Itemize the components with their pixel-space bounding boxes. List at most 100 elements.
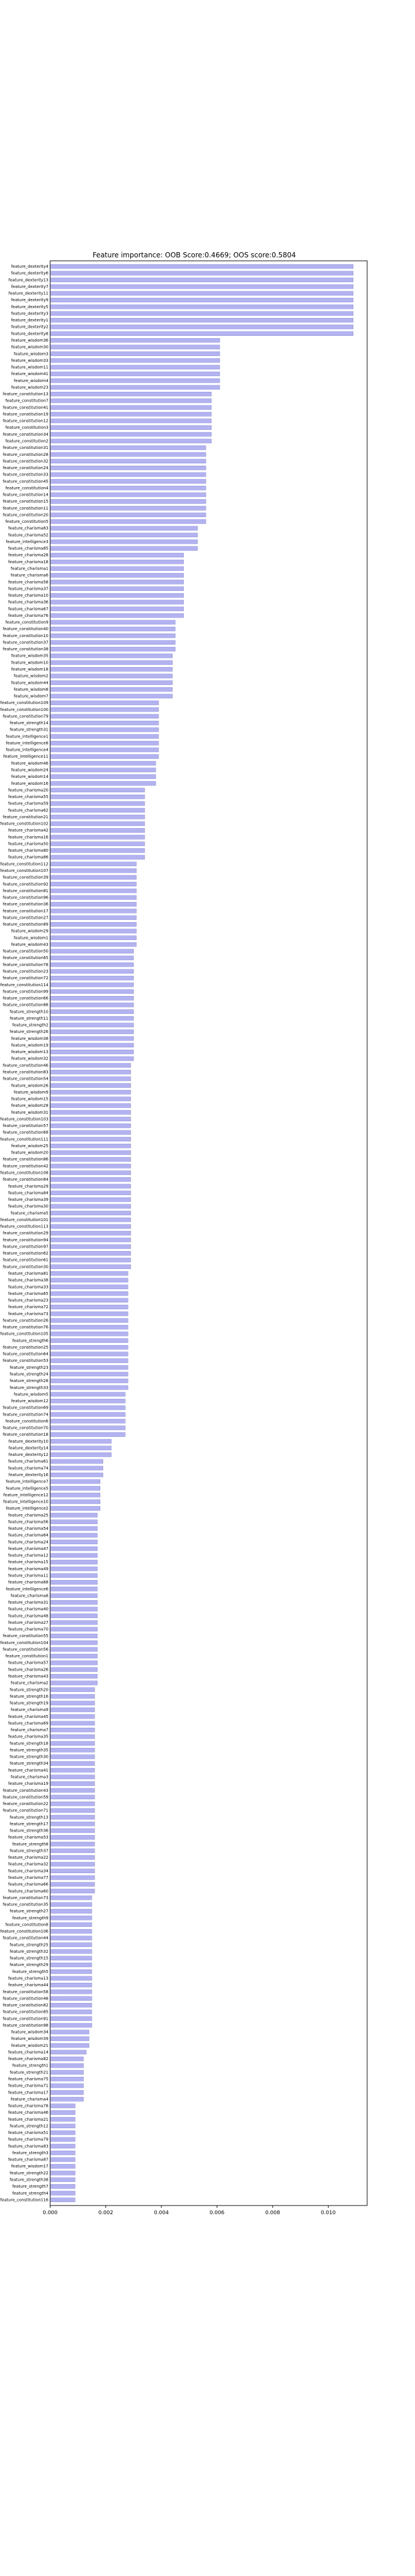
bar-feature_charisma14 xyxy=(50,2050,86,2055)
category-label: feature_constitution81 xyxy=(3,889,48,893)
category-label: feature_charisma70 xyxy=(8,1627,48,1632)
bar-feature_dexterity5 xyxy=(50,304,354,309)
bar-feature_constitution6 xyxy=(50,1418,126,1424)
bar-feature_charisma54 xyxy=(50,1526,98,1531)
category-label: feature_charisma24 xyxy=(8,1540,48,1544)
bar-feature_constitution26 xyxy=(50,1318,129,1323)
category-label: feature_constitution65 xyxy=(3,956,48,960)
category-label: feature_constitution96 xyxy=(3,896,49,900)
category-label: feature_charisma19 xyxy=(8,1781,48,1786)
bar-feature_wisdom31 xyxy=(50,1110,131,1115)
bar-feature_intelligence11 xyxy=(50,754,159,759)
bar-feature_wisdom15 xyxy=(50,1096,131,1102)
category-label: feature_wisdom24 xyxy=(11,768,48,773)
category-label: feature_wisdom34 xyxy=(11,2030,48,2035)
category-label: feature_constitution10 xyxy=(3,634,48,638)
category-label: feature_constitution18 xyxy=(3,1432,48,1437)
bar-feature_constitution70 xyxy=(50,1425,126,1431)
category-label: feature_charisma15 xyxy=(8,1560,48,1564)
category-label: feature_charisma30 xyxy=(8,1204,48,1209)
bar-feature_strength10 xyxy=(50,1009,134,1014)
category-label: feature_charisma36 xyxy=(8,600,48,605)
bar-feature_charisma32 xyxy=(50,1862,95,1867)
bar-feature_charisma63 xyxy=(50,526,198,531)
bar-feature_dexterity12 xyxy=(50,1452,112,1457)
bar-feature_charisma51 xyxy=(50,2131,76,2135)
category-label: feature_charisma85 xyxy=(8,546,48,551)
category-label: feature_constitution46 xyxy=(3,1063,49,1068)
bar-feature_constitution7 xyxy=(50,398,212,403)
bar-feature_constitution109 xyxy=(50,701,159,705)
category-label: feature_strength10 xyxy=(10,1009,48,1014)
category-label: feature_constitution85 xyxy=(3,2010,48,2015)
bar-feature_strength38 xyxy=(50,2177,76,2182)
category-label: feature_constitution3 xyxy=(5,425,48,430)
bar-feature_charisma39 xyxy=(50,1197,131,1202)
bar-feature_constitution13 xyxy=(50,392,212,396)
bar-feature_strength23 xyxy=(50,1365,129,1370)
bar-feature_constitution50 xyxy=(50,949,134,954)
bar-feature_dexterity2 xyxy=(50,324,354,330)
category-label: feature_constitution5 xyxy=(5,519,48,524)
category-label: feature_constitution4 xyxy=(5,486,48,491)
category-label: feature_strength22 xyxy=(10,2171,48,2176)
x-tick-label: 0.000 xyxy=(43,2210,58,2216)
bar-feature_strength6 xyxy=(50,1338,129,1343)
category-label: feature_charisma45 xyxy=(8,1714,48,1719)
bar-feature_charisma50 xyxy=(50,841,145,847)
category-label: feature_intelligence12 xyxy=(3,1493,48,1497)
bar-feature_charisma38 xyxy=(50,1278,129,1283)
bar-feature_strength2 xyxy=(50,1023,134,1028)
bar-feature_charisma59 xyxy=(50,801,145,806)
category-label: feature_intelligence6 xyxy=(6,1587,48,1592)
bar-feature_charisma2 xyxy=(50,1680,98,1686)
category-label: feature_wisdom38 xyxy=(11,1036,48,1041)
bar-feature_charisma74 xyxy=(50,1466,103,1470)
bar-feature_charisma87 xyxy=(50,2157,76,2162)
category-label: feature_charisma52 xyxy=(8,533,48,537)
category-label: feature_charisma80 xyxy=(8,848,48,853)
category-label: feature_wisdom1 xyxy=(14,935,48,940)
category-label: feature_charisma53 xyxy=(8,1835,48,1840)
bar-feature_charisma76 xyxy=(50,613,184,618)
bar-feature_strength19 xyxy=(50,1701,95,1706)
bar-feature_charisma37 xyxy=(50,586,184,591)
category-label: feature_constitution22 xyxy=(3,1802,48,1806)
bar-feature_strength15 xyxy=(50,1956,92,1961)
category-label: feature_constitution100 xyxy=(0,707,48,712)
bar-feature_constitution114 xyxy=(50,982,134,987)
bar-feature_wisdom17 xyxy=(50,2164,76,2169)
category-label: feature_charisma40 xyxy=(8,1607,48,1612)
bar-feature_constitution19 xyxy=(50,411,212,417)
category-label: feature_constitution116 xyxy=(0,2197,48,2202)
bar-feature_charisma44 xyxy=(50,1983,92,1987)
bar-feature_strength7 xyxy=(50,2184,76,2189)
category-label: feature_constitution69 xyxy=(3,1406,48,1410)
bar-feature_wisdom11 xyxy=(50,365,220,370)
bar-feature_constitution68 xyxy=(50,1130,131,1135)
category-label: feature_constitution40 xyxy=(3,627,48,631)
category-label: feature_constitution48 xyxy=(3,1996,48,2001)
category-label: feature_charisma46 xyxy=(8,2110,48,2115)
category-label: feature_charisma77 xyxy=(8,1875,48,1880)
bar-feature_constitution116 xyxy=(50,2197,76,2202)
category-label: feature_strength31 xyxy=(10,728,48,732)
bar-feature_charisma20 xyxy=(50,788,145,793)
bar-feature_charisma11 xyxy=(50,1573,98,1578)
bar-feature_charisma25 xyxy=(50,1512,98,1518)
category-label: feature_wisdom32 xyxy=(11,1057,48,1061)
bar-feature_wisdom29 xyxy=(50,928,137,934)
category-label: feature_strength7 xyxy=(12,2184,48,2189)
bar-feature_charisma77 xyxy=(50,1875,95,1880)
category-label: feature_wisdom4 xyxy=(14,379,49,383)
category-label: feature_constitution37 xyxy=(3,640,48,645)
category-label: feature_constitution15 xyxy=(3,499,48,504)
category-label: feature_constitution42 xyxy=(3,1164,48,1169)
category-label: feature_charisma4 xyxy=(11,2097,49,2102)
category-label: feature_wisdom21 xyxy=(11,2043,48,2048)
category-label: feature_charisma9 xyxy=(11,1708,48,1712)
bar-feature_charisma5 xyxy=(50,1211,131,1215)
bar-feature_constitution24 xyxy=(50,466,206,470)
category-label: feature_constitution68 xyxy=(3,1130,48,1135)
bar-feature_charisma26 xyxy=(50,1667,98,1672)
